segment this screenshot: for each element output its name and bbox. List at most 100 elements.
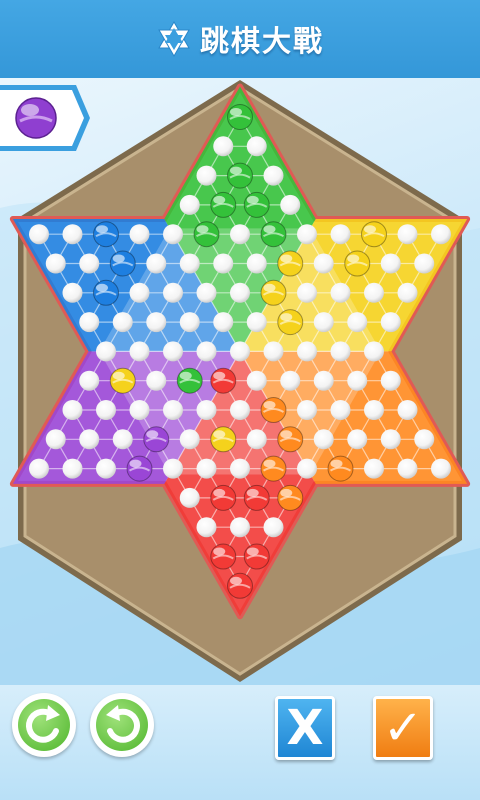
- board-hole: [330, 224, 351, 245]
- board-hole: [414, 429, 435, 450]
- marble-highlight: [280, 430, 293, 439]
- board-hole: [129, 224, 150, 245]
- marble-highlight: [230, 576, 242, 585]
- board-hole: [263, 165, 284, 186]
- board-hole: [179, 253, 200, 274]
- board-hole: [96, 341, 116, 362]
- board-hole: [347, 370, 368, 391]
- board-hole: [246, 429, 267, 450]
- board-hole: [230, 224, 250, 245]
- board-hole: [179, 487, 200, 508]
- board-hole: [297, 282, 317, 303]
- board-hole: [179, 194, 200, 215]
- board-hole: [129, 282, 150, 303]
- undo-button[interactable]: [12, 693, 76, 757]
- board-hole: [397, 224, 418, 245]
- board-hole: [364, 282, 384, 303]
- board-hole: [330, 400, 351, 420]
- board-hole: [313, 370, 334, 391]
- redo-button[interactable]: [90, 693, 154, 757]
- board-hole: [364, 400, 384, 420]
- redo-arrow-icon: [106, 705, 140, 743]
- board-hole: [397, 400, 418, 420]
- marble-highlight: [196, 225, 209, 234]
- marble-highlight: [364, 225, 376, 234]
- board-hole: [79, 429, 100, 450]
- marble-highlight: [263, 225, 276, 234]
- board-hole: [45, 253, 66, 274]
- board-hole: [129, 400, 150, 420]
- marble-highlight: [213, 195, 226, 204]
- marble-highlight: [347, 254, 360, 263]
- marble-highlight: [263, 401, 276, 409]
- board-hole: [380, 312, 401, 333]
- board-hole: [230, 400, 250, 420]
- marble-highlight: [96, 283, 108, 292]
- board-hole: [196, 458, 217, 479]
- board-hole: [96, 458, 116, 479]
- board-hole: [62, 282, 83, 303]
- confirm-button[interactable]: ✓: [373, 696, 433, 760]
- board-hole: [397, 282, 418, 303]
- board-hole: [62, 458, 83, 479]
- board-hole: [263, 341, 284, 362]
- board-hole: [79, 370, 100, 391]
- board-hole: [297, 458, 317, 479]
- board-hole: [297, 341, 317, 362]
- board-hole: [397, 458, 418, 479]
- purple-marble-icon: [15, 97, 57, 139]
- board-hole: [347, 429, 368, 450]
- cancel-label: X: [286, 700, 324, 756]
- cancel-button[interactable]: X: [275, 696, 335, 760]
- marble-highlight: [179, 371, 192, 380]
- marble-highlight: [246, 488, 259, 497]
- undo-arrow-icon: [26, 705, 60, 743]
- board-hole: [45, 429, 66, 450]
- board-hole: [280, 370, 301, 391]
- marble-highlight: [96, 225, 108, 234]
- board-hole: [246, 370, 267, 391]
- board-hole: [62, 400, 83, 420]
- marble-highlight: [213, 371, 226, 380]
- board-hole: [146, 370, 167, 391]
- marble-highlight: [280, 254, 293, 263]
- marble-highlight: [280, 313, 293, 322]
- board-hole: [196, 282, 217, 303]
- board-hole: [230, 282, 250, 303]
- board-hole: [179, 312, 200, 333]
- marble-highlight: [213, 430, 226, 439]
- marble-highlight: [280, 488, 293, 497]
- board-hole: [313, 312, 334, 333]
- board-hole: [431, 224, 451, 245]
- board-hole: [347, 312, 368, 333]
- board-hole: [179, 429, 200, 450]
- board-hole: [112, 429, 133, 450]
- board-hole: [146, 312, 167, 333]
- marble-highlight: [263, 283, 276, 292]
- marble-highlight: [330, 459, 343, 468]
- board-hole: [380, 429, 401, 450]
- board-hole: [431, 458, 451, 479]
- board-hole: [196, 517, 217, 538]
- marble-highlight: [230, 108, 242, 116]
- board-hole: [196, 400, 217, 420]
- marble-highlight: [246, 195, 259, 204]
- board-hole: [330, 341, 351, 362]
- board-hole: [246, 312, 267, 333]
- marble-highlight: [230, 166, 242, 175]
- turn-indicator: [0, 85, 90, 151]
- board-hole: [163, 400, 183, 420]
- board-hole: [364, 341, 384, 362]
- board-hole: [29, 224, 49, 245]
- board-hole: [196, 165, 217, 186]
- board-hole: [313, 429, 334, 450]
- marble-highlight: [246, 547, 259, 556]
- board-hole: [380, 253, 401, 274]
- board-hole: [263, 517, 284, 538]
- board-hole: [414, 253, 435, 274]
- marble-highlight: [112, 371, 125, 380]
- board-hole: [79, 253, 100, 274]
- board-hole: [364, 458, 384, 479]
- board-hole: [163, 282, 183, 303]
- board-hole: [146, 253, 167, 274]
